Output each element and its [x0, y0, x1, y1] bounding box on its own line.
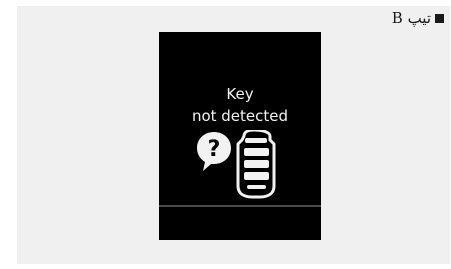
- display-divider: [159, 205, 321, 207]
- question-bubble-icon: ?: [197, 132, 231, 171]
- message-line-1: Key: [226, 85, 254, 103]
- caption-text: تیپ B: [391, 9, 431, 27]
- figure-caption: تیپ B: [392, 9, 444, 27]
- key-fob-icon: [236, 130, 276, 199]
- bullet-square-icon: [435, 13, 444, 23]
- cluster-display: Key not detected ?: [159, 32, 321, 240]
- message-line-2: not detected: [191, 107, 289, 125]
- key-warning-graphic: ?: [197, 130, 276, 199]
- svg-text:?: ?: [208, 137, 221, 162]
